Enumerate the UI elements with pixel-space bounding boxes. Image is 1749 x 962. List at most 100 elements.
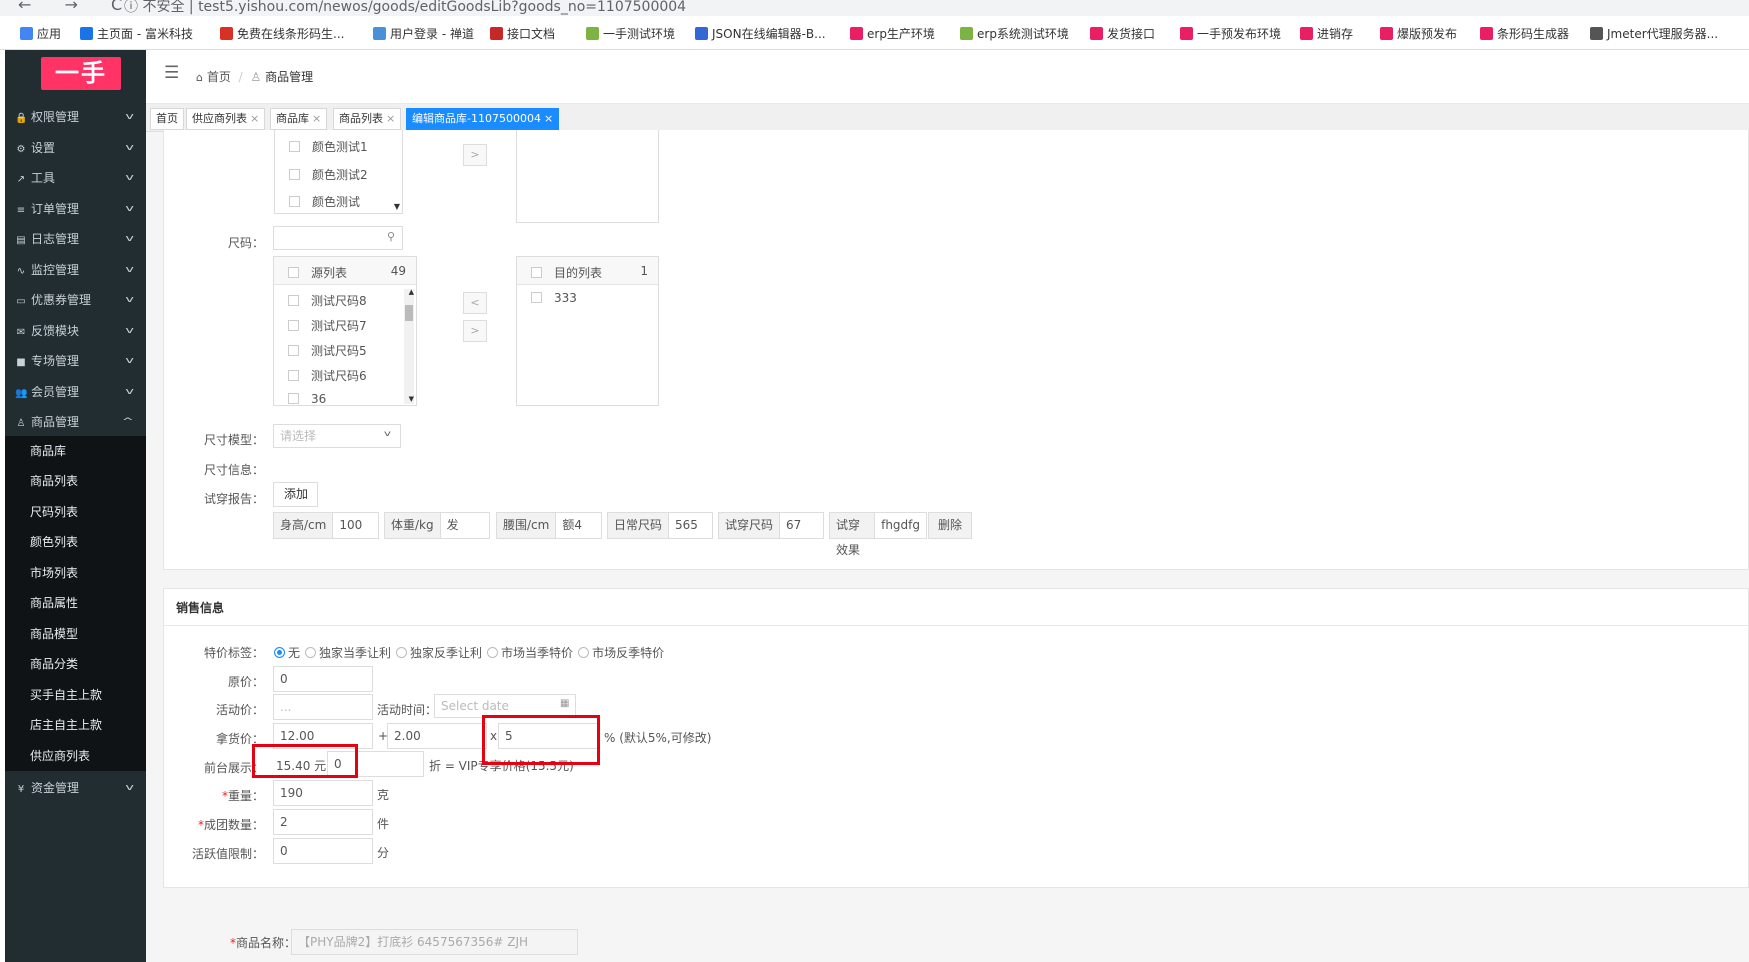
weight-input[interactable]: 190 [273,780,373,806]
sidebar-item[interactable]: ✉ 反馈模块 v [5,314,146,348]
search-icon[interactable]: ⚲ [387,230,395,243]
close-icon[interactable]: × [544,112,553,125]
activity-price-input[interactable]: ... [273,694,373,720]
scroll-down-icon[interactable]: ▼ [409,395,414,403]
bookmark-item[interactable]: erp系统测试环境 [960,25,1069,42]
url-text[interactable]: ⓘ 不安全 | test5.yishou.com/newos/goods/edi… [124,0,686,16]
bookmark-item[interactable]: 条形码生成器 [1480,25,1569,42]
special-radio-option[interactable]: 无 [274,646,300,660]
breadcrumb-home[interactable]: 首页 [207,70,231,84]
size-model-select[interactable]: 请选择 [273,424,401,448]
bookmark-item[interactable]: 爆版预发布 [1380,25,1457,42]
bookmark-item[interactable]: 发货接口 [1090,25,1155,42]
tryon-field-value[interactable]: fhgdfg [875,513,926,538]
sidebar-item[interactable]: ▤ 日志管理 v [5,222,146,256]
tryon-field-value[interactable]: 67 [780,513,807,538]
bookmark-item[interactable]: 接口文档 [490,25,555,42]
bookmark-item[interactable]: 免费在线条形码生... [220,25,344,42]
bookmark-item[interactable]: erp生产环境 [850,25,935,42]
tryon-field[interactable]: 体重/kg 发 [384,512,490,539]
tryon-field[interactable]: 试穿尺码 67 [718,512,824,539]
sidebar-item[interactable]: ⚙ 设置 v [5,131,146,165]
sidebar-item[interactable]: ¥ 资金管理 v [5,771,146,805]
submenu-item[interactable]: 颜色列表 [5,527,146,558]
tryon-field[interactable]: 日常尺码 565 [607,512,713,539]
checkbox[interactable] [531,292,542,303]
list-item[interactable]: 36 [288,392,326,406]
submenu-item[interactable]: 商品属性 [5,588,146,619]
special-radio-option[interactable]: 独家当季让利 [305,646,391,660]
checkbox[interactable] [288,267,299,278]
checkbox[interactable] [531,267,542,278]
scroll-down-icon[interactable]: ▼ [394,202,400,211]
submenu-item[interactable]: 店主自主上款 [5,710,146,741]
tryon-field-value[interactable]: 发 [441,513,465,538]
address-bar[interactable]: ← → C ⓘ 不安全 | test5.yishou.com/newos/goo… [0,0,1749,16]
submenu-item[interactable]: 商品列表 [5,466,146,497]
select-all-source[interactable]: 源列表 [288,264,347,281]
special-radio-option[interactable]: 市场反季特价 [578,646,664,660]
list-item[interactable]: 测试尺码5 [288,342,367,359]
submenu-item[interactable]: 市场列表 [5,557,146,588]
close-icon[interactable]: × [312,112,321,125]
submenu-item[interactable]: 供应商列表 [5,740,146,771]
delete-tryon-button[interactable]: 删除 [928,512,972,539]
list-item[interactable]: 测试尺码7 [288,317,367,334]
radio-icon[interactable] [274,647,285,658]
bookmark-item[interactable]: 用户登录 - 禅道 [373,25,474,42]
tab-item[interactable]: 编辑商品库-1107500004 × [406,108,560,130]
bookmark-item[interactable]: JSON在线编辑器-B... [695,25,826,42]
bookmark-item[interactable]: 主页面 - 富米科技 [80,25,193,42]
submenu-item[interactable]: 商品库 [5,435,146,466]
bookmark-item[interactable]: Jmeter代理服务器... [1590,25,1718,42]
radio-icon[interactable] [305,647,317,658]
list-item[interactable]: 333 [531,291,577,305]
logo[interactable]: 一手 [41,57,121,90]
checkbox[interactable] [289,141,300,152]
sidebar-item[interactable]: ♙ 商品管理 ^ [5,405,146,439]
browser-nav-icons[interactable]: ← → C [18,0,136,14]
list-item[interactable]: 颜色测试2 [289,166,368,183]
bookmark-item[interactable]: 进销存 [1300,25,1353,42]
checkbox[interactable] [288,370,299,381]
size-move-left-button[interactable]: < [463,292,487,314]
submenu-item[interactable]: 尺码列表 [5,496,146,527]
add-tryon-button[interactable]: 添加 [273,482,318,507]
original-price-input[interactable]: 0 [273,666,373,692]
calendar-icon[interactable]: ▦ [560,698,569,709]
tryon-field[interactable]: 试穿效果 fhgdfg [829,512,927,557]
submenu-item[interactable]: 买手自主上款 [5,679,146,710]
special-radio-option[interactable]: 市场当季特价 [487,646,573,660]
group-input[interactable]: 2 [273,809,373,835]
size-move-right-button[interactable]: > [463,320,487,342]
bookmark-item[interactable]: 应用 [20,25,61,42]
hamburger-icon[interactable]: ☰ [164,63,179,83]
special-radio-option[interactable]: 独家反季让利 [396,646,482,660]
select-all-target[interactable]: 目的列表 [531,264,602,281]
tryon-field[interactable]: 腰围/cm 额4 [496,512,602,539]
scrollbar-thumb[interactable] [405,305,413,321]
bookmark-item[interactable]: 一手测试环境 [586,25,675,42]
tryon-field-value[interactable]: 额4 [556,513,588,538]
tab-item[interactable]: 商品列表 × [333,108,402,130]
markup-input[interactable]: 2.00 [387,723,487,749]
tab-item[interactable]: 首页 [150,108,184,130]
close-icon[interactable]: × [386,112,395,125]
tab-item[interactable]: 商品库 × [270,108,328,130]
chevron-down-icon[interactable]: v [384,429,391,438]
tryon-field-value[interactable]: 565 [669,513,704,538]
checkbox[interactable] [288,393,299,404]
sidebar-item[interactable]: ≡ 订单管理 v [5,192,146,226]
checkbox[interactable] [289,169,300,180]
list-item[interactable]: 测试尺码8 [288,292,367,309]
sidebar-item[interactable]: 👥 会员管理 v [5,375,146,409]
checkbox[interactable] [288,345,299,356]
radio-icon[interactable] [396,647,408,658]
radio-icon[interactable] [487,647,499,658]
list-item[interactable]: 颜色测试1 [289,138,368,155]
submenu-item[interactable]: 商品分类 [5,649,146,680]
tab-item[interactable]: 供应商列表 × [186,108,266,130]
list-item[interactable]: 测试尺码6 [288,367,367,384]
sidebar-item[interactable]: ▭ 优惠券管理 v [5,283,146,317]
bookmark-item[interactable]: 一手预发布环境 [1180,25,1281,42]
